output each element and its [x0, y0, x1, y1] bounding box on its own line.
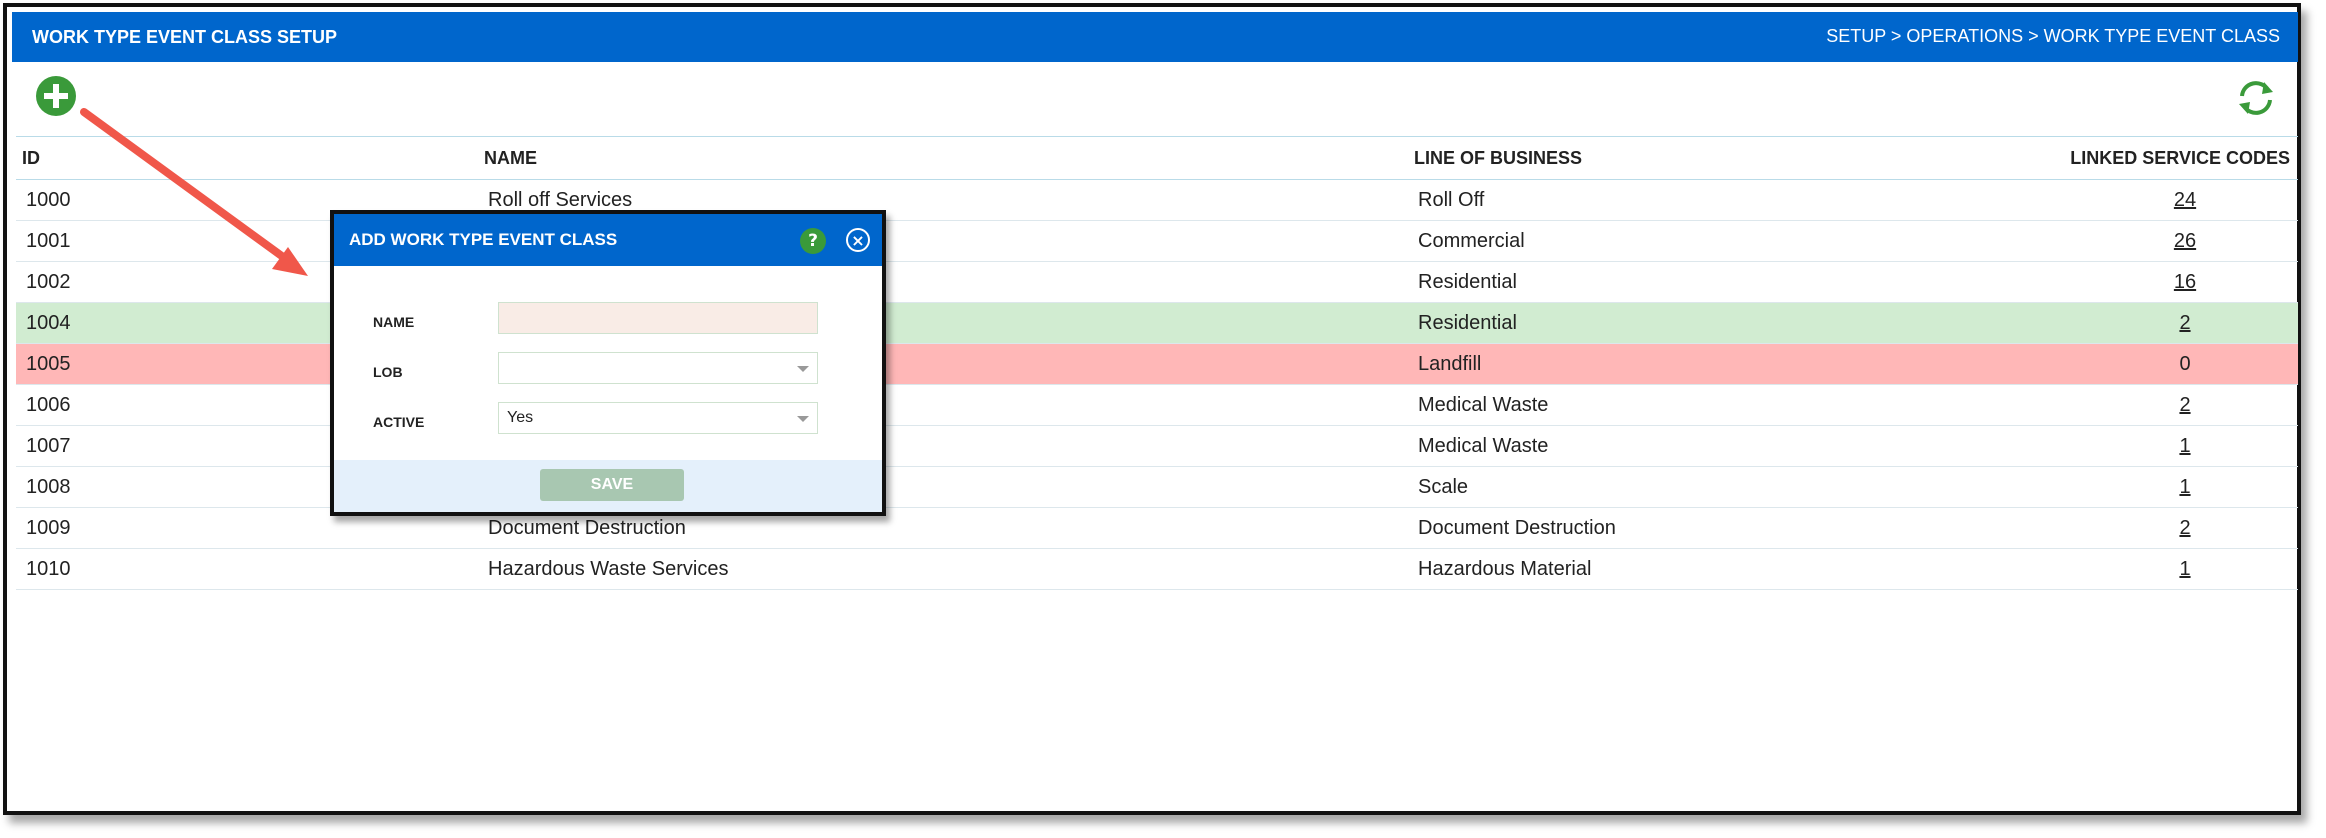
close-button[interactable]: ×	[846, 228, 870, 252]
add-work-type-dialog: ADD WORK TYPE EVENT CLASS ? × NAME LOB A…	[330, 210, 886, 516]
cell-lob: Document Destruction	[1408, 507, 1920, 549]
cell-lob: Hazardous Material	[1408, 548, 1920, 590]
name-input[interactable]	[498, 302, 818, 334]
linked-codes-wrap: 2	[2165, 312, 2205, 335]
cell-lob: Medical Waste	[1408, 384, 1920, 426]
linked-codes-link[interactable]: 2	[2179, 312, 2190, 334]
linked-codes-link[interactable]: 16	[2174, 271, 2196, 293]
linked-codes-wrap: 1	[2165, 558, 2205, 581]
linked-codes-wrap: 1	[2165, 435, 2205, 458]
linked-codes-count: 0	[2179, 352, 2191, 375]
linked-codes-wrap: 0	[2165, 353, 2205, 376]
active-select[interactable]: Yes	[498, 402, 818, 434]
column-header-linked-codes[interactable]: LINKED SERVICE CODES	[1920, 136, 2298, 180]
cell-id: 1010	[16, 548, 478, 590]
cell-linked-codes: 24	[1920, 179, 2298, 221]
linked-codes-wrap: 2	[2165, 394, 2205, 417]
linked-codes-wrap: 2	[2165, 517, 2205, 540]
table-row[interactable]: 1010 Hazardous Waste Services Hazardous Ma…	[16, 548, 2298, 590]
cell-linked-codes: 1	[1920, 548, 2298, 590]
cell-linked-codes: 16	[1920, 261, 2298, 303]
cell-lob: Residential	[1408, 302, 1920, 344]
help-button[interactable]: ?	[800, 228, 826, 254]
cell-lob: Roll Off	[1408, 179, 1920, 221]
chevron-down-icon	[797, 366, 809, 372]
lob-select[interactable]	[498, 352, 818, 384]
close-icon: ×	[851, 230, 865, 250]
plus-circle-icon	[37, 77, 75, 115]
cell-lob: Commercial	[1408, 220, 1920, 262]
cell-linked-codes: 1	[1920, 466, 2298, 508]
dialog-footer: SAVE	[334, 460, 882, 512]
chevron-down-icon	[797, 416, 809, 422]
cell-linked-codes: 2	[1920, 507, 2298, 549]
lob-label: LOB	[373, 364, 403, 380]
linked-codes-link[interactable]: 1	[2179, 476, 2190, 498]
name-label: NAME	[373, 314, 415, 330]
linked-codes-link[interactable]: 2	[2179, 394, 2190, 416]
cell-lob: Scale	[1408, 466, 1920, 508]
toolbar	[12, 62, 2298, 136]
linked-codes-wrap: 24	[2165, 189, 2205, 212]
cell-lob: Residential	[1408, 261, 1920, 303]
cell-name: Hazardous Waste Services	[478, 548, 1408, 590]
linked-codes-wrap: 26	[2165, 230, 2205, 253]
add-button[interactable]	[36, 76, 76, 116]
active-label: ACTIVE	[373, 414, 425, 430]
cell-linked-codes: 1	[1920, 425, 2298, 467]
linked-codes-wrap: 1	[2165, 476, 2205, 499]
cell-linked-codes: 2	[1920, 302, 2298, 344]
column-header-name[interactable]: NAME	[478, 136, 1408, 180]
cell-linked-codes: 0	[1920, 343, 2298, 385]
table-header-row: ID NAME LINE OF BUSINESS LINKED SERVICE …	[16, 136, 2298, 180]
breadcrumb: SETUP > OPERATIONS > WORK TYPE EVENT CLA…	[1826, 26, 2280, 46]
column-header-lob[interactable]: LINE OF BUSINESS	[1408, 136, 1920, 180]
column-header-id[interactable]: ID	[16, 136, 478, 180]
cell-linked-codes: 2	[1920, 384, 2298, 426]
linked-codes-link[interactable]: 1	[2179, 558, 2190, 580]
refresh-icon	[2239, 81, 2273, 115]
cell-linked-codes: 26	[1920, 220, 2298, 262]
question-icon: ?	[808, 231, 818, 251]
linked-codes-link[interactable]: 2	[2179, 517, 2190, 539]
page-title: WORK TYPE EVENT CLASS SETUP	[32, 27, 338, 47]
linked-codes-link[interactable]: 24	[2174, 189, 2196, 211]
active-value: Yes	[507, 409, 534, 426]
cell-lob: Medical Waste	[1408, 425, 1920, 467]
refresh-button[interactable]	[2234, 76, 2278, 120]
dialog-header: ADD WORK TYPE EVENT CLASS ? ×	[334, 214, 882, 266]
dialog-title: ADD WORK TYPE EVENT CLASS	[349, 230, 618, 249]
linked-codes-link[interactable]: 26	[2174, 230, 2196, 252]
linked-codes-link[interactable]: 1	[2179, 435, 2190, 457]
linked-codes-wrap: 16	[2165, 271, 2205, 294]
save-button[interactable]: SAVE	[540, 469, 684, 501]
cell-lob: Landfill	[1408, 343, 1920, 385]
page-header: WORK TYPE EVENT CLASS SETUP SETUP > OPER…	[12, 12, 2298, 62]
